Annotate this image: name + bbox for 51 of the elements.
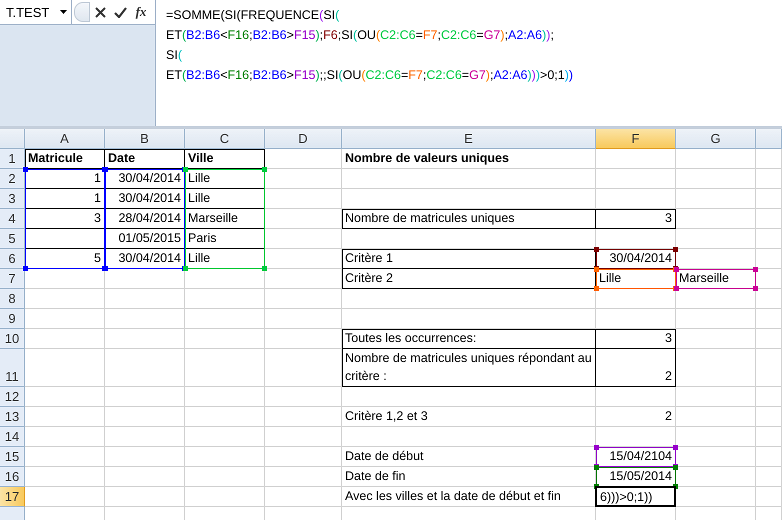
table-cell[interactable]: Nombre de valeurs uniques — [342, 149, 596, 169]
column-header[interactable]: F — [596, 129, 676, 149]
row-header[interactable]: 6 — [0, 249, 25, 269]
row-header[interactable]: 2 — [0, 169, 25, 189]
table-cell[interactable]: Ville — [185, 149, 265, 169]
table-cell[interactable]: 3 — [596, 209, 676, 229]
formula-line: ET(B2:B6<F16;B2:B6>F15);;SI(OU(C2:C6=F7;C2:C6=G7);A2:A6)))>0;1)) — [166, 67, 574, 84]
grip-icon — [74, 2, 90, 22]
row-header[interactable]: 17 — [0, 487, 25, 507]
table-cell[interactable]: 2 — [596, 407, 676, 427]
select-all-button[interactable] — [0, 129, 25, 149]
row-header[interactable]: 7 — [0, 269, 25, 289]
insert-function-button[interactable]: fx — [130, 2, 152, 22]
active-cell[interactable]: 6)))>0;1)) — [595, 486, 676, 507]
row-header[interactable]: 16 — [0, 467, 25, 487]
formula-line: ET(B2:B6<F16;B2:B6>F15);F6;SI(OU(C2:C6=F7;C2:C6=G7);A2:A6)); — [166, 27, 555, 44]
formula-line: =SOMME(SI(FREQUENCE(SI( — [166, 7, 340, 24]
table-cell[interactable]: Critère 2 — [342, 269, 596, 289]
row-header[interactable]: 1 — [0, 149, 25, 169]
row-header[interactable]: 12 — [0, 387, 25, 407]
table-cell[interactable]: Matricule — [25, 149, 105, 169]
table-cell[interactable]: Date de début — [342, 447, 596, 467]
table-cell[interactable]: Toutes les occurrences: — [342, 329, 596, 349]
table-cell[interactable]: Date de fin — [342, 467, 596, 487]
table-cell[interactable]: Critère 1 — [342, 249, 596, 269]
column-header[interactable]: B — [105, 129, 185, 149]
row-header[interactable]: 13 — [0, 407, 25, 427]
column-header[interactable]: G — [676, 129, 756, 149]
table-cell[interactable]: Critère 1,2 et 3 — [342, 407, 596, 427]
name-box[interactable]: T.TEST — [0, 0, 72, 24]
row-header[interactable]: 3 — [0, 189, 25, 209]
table-cell[interactable]: Nombre de matricules uniques — [342, 209, 596, 229]
column-header[interactable]: E — [342, 129, 596, 149]
row-header[interactable]: 11 — [0, 349, 25, 387]
column-header[interactable] — [756, 129, 782, 149]
table-cell[interactable]: 3 — [596, 329, 676, 349]
row-header[interactable]: 10 — [0, 329, 25, 349]
row-header[interactable]: 8 — [0, 289, 25, 309]
row-header[interactable]: 4 — [0, 209, 25, 229]
column-header[interactable]: D — [265, 129, 342, 149]
row-header[interactable]: 15 — [0, 447, 25, 467]
table-cell[interactable]: Nombre de matricules uniques répondant au critère : — [342, 349, 596, 387]
table-cell[interactable]: Date — [105, 149, 185, 169]
row-header[interactable]: 14 — [0, 427, 25, 447]
row-header[interactable]: 9 — [0, 309, 25, 329]
column-header[interactable]: A — [25, 129, 105, 149]
column-header[interactable]: C — [185, 129, 265, 149]
formula-line: SI( — [166, 47, 183, 64]
table-cell[interactable]: 2 — [596, 349, 676, 387]
dropdown-icon[interactable] — [60, 10, 67, 14]
row-header[interactable]: 5 — [0, 229, 25, 249]
